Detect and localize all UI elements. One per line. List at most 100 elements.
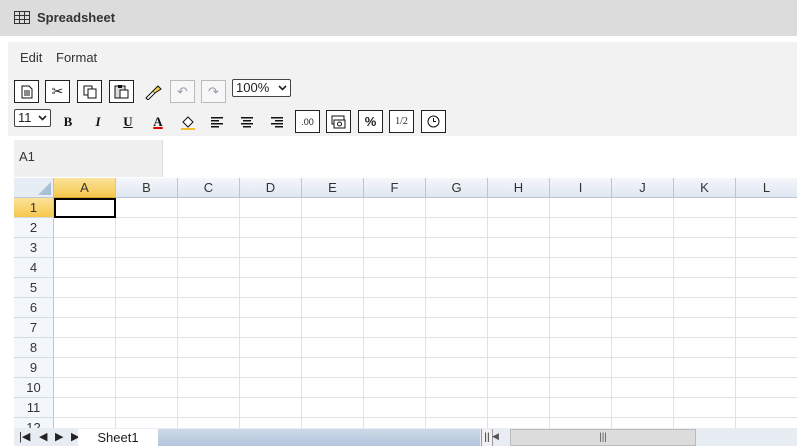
sheet-tab[interactable]: Sheet1 [78, 429, 159, 446]
grid-cell[interactable] [240, 378, 302, 398]
grid-cell[interactable] [612, 298, 674, 318]
grid-cell[interactable] [612, 398, 674, 418]
column-header-i[interactable]: I [550, 178, 612, 198]
grid-cell[interactable] [674, 338, 736, 358]
grid-cell[interactable] [302, 358, 364, 378]
column-header-b[interactable]: B [116, 178, 178, 198]
row-header-8[interactable]: 8 [14, 338, 54, 358]
column-header-c[interactable]: C [178, 178, 240, 198]
selected-cell[interactable] [54, 198, 116, 218]
grid-cell[interactable] [488, 258, 550, 278]
grid-cell[interactable] [674, 298, 736, 318]
grid-cell[interactable] [736, 218, 797, 238]
currency-button[interactable] [326, 110, 351, 133]
grid-cell[interactable] [240, 258, 302, 278]
grid-cell[interactable] [488, 378, 550, 398]
grid-cell[interactable] [612, 418, 674, 428]
grid-cell[interactable] [54, 298, 116, 318]
grid-cell[interactable] [674, 318, 736, 338]
grid-cell[interactable] [116, 238, 178, 258]
grid-cell[interactable] [488, 398, 550, 418]
column-header-j[interactable]: J [612, 178, 674, 198]
grid-cell[interactable] [240, 338, 302, 358]
align-center-button[interactable] [236, 111, 258, 133]
grid-cell[interactable] [426, 418, 488, 428]
grid-cell[interactable] [116, 378, 178, 398]
grid-cell[interactable] [736, 198, 797, 218]
grid-cell[interactable] [240, 398, 302, 418]
column-header-h[interactable]: H [488, 178, 550, 198]
grid-cell[interactable] [426, 238, 488, 258]
row-header-1[interactable]: 1 [14, 198, 54, 218]
menu-format[interactable]: Format [56, 50, 97, 65]
grid-cell[interactable] [116, 338, 178, 358]
grid-cell[interactable] [426, 218, 488, 238]
grid-cell[interactable] [240, 318, 302, 338]
grid-cell[interactable] [488, 418, 550, 428]
grid-cell[interactable] [612, 218, 674, 238]
grid-cell[interactable] [54, 318, 116, 338]
prev-sheet-icon[interactable]: ◀ [39, 430, 47, 443]
grid-cell[interactable] [364, 298, 426, 318]
grid-cell[interactable] [302, 298, 364, 318]
bold-button[interactable]: B [57, 111, 79, 133]
grid-cell[interactable] [178, 258, 240, 278]
grid-cell[interactable] [302, 278, 364, 298]
grid-cell[interactable] [674, 378, 736, 398]
grid-cell[interactable] [364, 238, 426, 258]
grid-cell[interactable] [488, 338, 550, 358]
grid-cell[interactable] [54, 278, 116, 298]
grid-cell[interactable] [612, 238, 674, 258]
grid-cell[interactable] [364, 358, 426, 378]
grid-cell[interactable] [116, 418, 178, 428]
row-header-2[interactable]: 2 [14, 218, 54, 238]
column-header-e[interactable]: E [302, 178, 364, 198]
row-header-9[interactable]: 9 [14, 358, 54, 378]
grid-cell[interactable] [54, 258, 116, 278]
grid-cell[interactable] [612, 358, 674, 378]
grid-cell[interactable] [550, 398, 612, 418]
horizontal-scrollbar-thumb[interactable]: ||| [510, 429, 696, 446]
grid-cell[interactable] [302, 258, 364, 278]
grid-cell[interactable] [302, 238, 364, 258]
grid-cell[interactable] [550, 218, 612, 238]
grid-cell[interactable] [116, 278, 178, 298]
grid-cell[interactable] [364, 258, 426, 278]
grid-cell[interactable] [364, 378, 426, 398]
grid-cell[interactable] [426, 258, 488, 278]
grid-cell[interactable] [612, 198, 674, 218]
grid-cell[interactable] [364, 278, 426, 298]
grid-cell[interactable] [674, 238, 736, 258]
grid-cell[interactable] [736, 258, 797, 278]
row-header-6[interactable]: 6 [14, 298, 54, 318]
font-size-select[interactable]: 11 [14, 109, 51, 127]
grid-cell[interactable] [426, 358, 488, 378]
redo-button[interactable]: ↷ [201, 80, 226, 103]
grid-cell[interactable] [364, 318, 426, 338]
name-box[interactable]: A1 [14, 140, 162, 177]
grid-cell[interactable] [426, 318, 488, 338]
grid-cell[interactable] [302, 418, 364, 428]
grid-cell[interactable] [674, 358, 736, 378]
grid-cell[interactable] [550, 418, 612, 428]
grid-cell[interactable] [116, 358, 178, 378]
grid-cell[interactable] [550, 298, 612, 318]
time-button[interactable] [421, 110, 446, 133]
underline-button[interactable]: U [117, 111, 139, 133]
row-header-11[interactable]: 11 [14, 398, 54, 418]
first-sheet-icon[interactable]: |◀ [19, 430, 30, 443]
grid-cell[interactable] [426, 398, 488, 418]
formula-input[interactable] [162, 140, 797, 177]
grid-cell[interactable] [116, 298, 178, 318]
grid-cell[interactable] [54, 218, 116, 238]
column-header-f[interactable]: F [364, 178, 426, 198]
grid-cell[interactable] [54, 398, 116, 418]
grid-cell[interactable] [612, 318, 674, 338]
grid-cell[interactable] [240, 278, 302, 298]
percent-button[interactable]: % [358, 110, 383, 133]
grid-cell[interactable] [116, 258, 178, 278]
grid-cell[interactable] [240, 358, 302, 378]
grid-cell[interactable] [240, 238, 302, 258]
grid-cell[interactable] [550, 258, 612, 278]
grid-cell[interactable] [426, 378, 488, 398]
